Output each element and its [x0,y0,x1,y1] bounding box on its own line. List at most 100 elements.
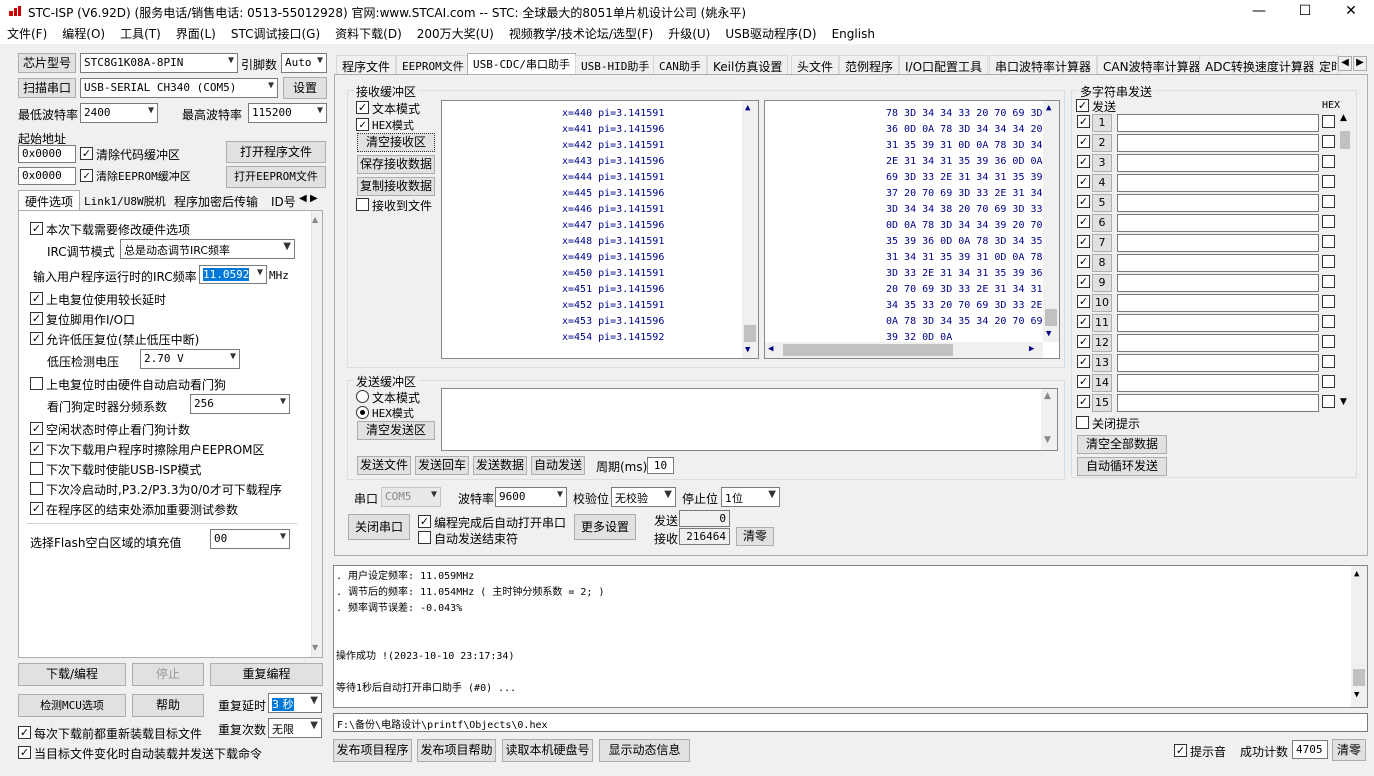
hex-checkbox-icon[interactable] [1322,395,1335,408]
send-hex-mode-radio[interactable]: HEX模式 [356,405,414,421]
publish-program-button[interactable]: 发布项目程序 [333,739,412,762]
tab-uart-baud-calc[interactable]: 串口波特率计算器 [989,55,1098,74]
hex-vscrollbar[interactable]: ▲ ▼ [1043,101,1059,342]
max-baud-select[interactable]: 115200 ▼ [248,103,327,123]
scroll-thumb[interactable] [1353,669,1365,686]
menu-upgrade[interactable]: 升级(U) [661,23,718,42]
options-scrollbar[interactable]: ▲ ▼ [312,211,322,657]
read-disk-id-button[interactable]: 读取本机硬盘号 [502,739,593,762]
multi-send-input[interactable] [1117,334,1319,352]
option-erase-eeprom[interactable]: ✓ 下次下载用户程序时擦除用户EEPROM区 [30,441,265,458]
min-baud-select[interactable]: 2400 ▼ [80,103,158,123]
multi-send-all-checkbox[interactable]: ✓ 发送 [1076,98,1116,115]
tab-timer-calc[interactable]: 定时 [1313,55,1338,74]
scroll-down-icon[interactable]: ▼ [1046,329,1051,339]
tab-eeprom-file[interactable]: EEPROM文件 [396,55,470,74]
multi-send-input[interactable] [1117,194,1319,212]
checkbox-checked-icon[interactable]: ✓ [1077,275,1090,288]
auto-open-checkbox[interactable]: ✓ 编程完成后自动打开串口 [418,514,566,531]
hex-checkbox-icon[interactable] [1322,355,1335,368]
multi-send-input[interactable] [1117,234,1319,252]
show-dynamic-info-button[interactable]: 显示动态信息 [599,739,690,762]
checkbox-checked-icon[interactable]: ✓ [1077,315,1090,328]
multi-send-input[interactable] [1117,354,1319,372]
check-mcu-button[interactable]: 检测MCU选项 [18,694,126,717]
checkbox-checked-icon[interactable]: ✓ [1077,155,1090,168]
multi-send-button[interactable]: 12 [1092,334,1112,352]
multi-send-input[interactable] [1117,174,1319,192]
multi-send-scrollbar[interactable]: ▲ ▼ [1339,113,1351,411]
tab-adc-calc[interactable]: ADC转换速度计算器 [1199,55,1321,74]
hex-checkbox-icon[interactable] [1322,175,1335,188]
tab-serial-assistant[interactable]: USB-CDC/串口助手 [467,53,576,75]
open-eeprom-button[interactable]: 打开EEPROM文件 [226,166,326,188]
scroll-thumb[interactable] [744,325,756,342]
multi-send-input[interactable] [1117,114,1319,132]
more-settings-button[interactable]: 更多设置 [574,514,636,540]
checkbox-checked-icon[interactable]: ✓ [1077,335,1090,348]
retry-delay-select[interactable]: 3 秒 ▼ [268,693,322,713]
hex-checkbox-icon[interactable] [1322,155,1335,168]
repeat-program-button[interactable]: 重复编程 [210,663,323,686]
multi-send-button[interactable]: 6 [1092,214,1112,232]
auto-end-checkbox[interactable]: 自动发送结束符 [418,530,518,547]
low-voltage-select[interactable]: 2.70 V ▼ [140,349,240,369]
scroll-thumb[interactable] [1340,131,1350,149]
send-text-area[interactable]: ▲ ▼ [441,388,1058,451]
multi-send-button[interactable]: 4 [1092,174,1112,192]
period-input[interactable]: 10 [647,457,674,474]
scroll-left-icon[interactable]: ◀ [768,344,773,354]
minimize-button[interactable]: — [1236,0,1282,23]
tab-header-file[interactable]: 头文件 [791,55,840,74]
scroll-down-icon[interactable]: ▼ [312,643,318,652]
menu-usb-driver[interactable]: USB驱动程序(D) [718,23,824,42]
checkbox-checked-icon[interactable]: ✓ [1077,215,1090,228]
option-usb-isp[interactable]: 下次下载时使能USB-ISP模式 [30,461,201,478]
clear-counts-button[interactable]: 清零 [736,527,774,546]
reload-each-checkbox[interactable]: ✓ 每次下载前都重新装载目标文件 [18,725,202,742]
receive-to-file-checkbox[interactable]: 接收到文件 [356,197,432,214]
hex-checkbox-icon[interactable] [1322,215,1335,228]
multi-send-button[interactable]: 15 [1092,394,1112,412]
scroll-right-icon[interactable]: ▶ [1029,344,1034,354]
download-button[interactable]: 下载/编程 [18,663,126,686]
option-low-voltage[interactable]: ✓ 允许低压复位(禁止低压中断) [30,331,199,348]
tab-hid-assistant[interactable]: USB-HID助手 [575,55,656,74]
scroll-up-icon[interactable]: ▲ [312,215,318,224]
checkbox-checked-icon[interactable]: ✓ [1077,355,1090,368]
menu-video[interactable]: 视频教学/技术论坛/选型(F) [502,23,661,42]
multi-send-input[interactable] [1117,374,1319,392]
tab-can-baud-calc[interactable]: CAN波特率计算器 [1097,55,1207,74]
left-tab-scroll-right-icon[interactable]: ▶ [310,193,318,204]
clear-success-button[interactable]: 清零 [1332,739,1366,761]
menu-prize[interactable]: 200万大奖(U) [410,23,502,42]
send-file-button[interactable]: 发送文件 [357,456,411,475]
option-reset-io[interactable]: ✓ 复位脚用作I/O口 [30,311,135,328]
tab-encrypt[interactable]: 程序加密后传输 [174,193,258,210]
scroll-up-icon[interactable]: ▲ [1340,113,1347,123]
receive-scrollbar[interactable]: ▲ ▼ [742,101,758,358]
option-long-delay[interactable]: ✓ 上电复位使用较长延时 [30,291,166,308]
log-area[interactable]: . 用户设定频率: 11.059MHz . 调节后的频率: 11.054MHz (… [333,565,1368,708]
checkbox-checked-icon[interactable]: ✓ [1077,295,1090,308]
irc-freq-input[interactable]: 11.0592 ▼ [199,265,267,284]
chip-model-select[interactable]: STC8G1K08A-8PIN ▼ [80,53,238,73]
file-path-field[interactable]: F:\备份\电路设计\printf\Objects\0.hex [333,713,1368,732]
auto-loop-send-button[interactable]: 自动循环发送 [1077,457,1167,476]
option-p32-p33[interactable]: 下次冷启动时,P3.2/P3.3为0/0才可下载程序 [30,481,282,498]
hex-checkbox-icon[interactable] [1322,335,1335,348]
checkbox-checked-icon[interactable]: ✓ [1077,195,1090,208]
close-button[interactable]: ✕ [1328,0,1374,23]
scroll-up-icon[interactable]: ▲ [1354,569,1359,579]
parity-select[interactable]: 无校验 ▼ [611,487,676,507]
code-address-input[interactable]: 0x0000 [18,145,76,163]
hex-checkbox-icon[interactable] [1322,195,1335,208]
multi-send-button[interactable]: 5 [1092,194,1112,212]
checkbox-checked-icon[interactable]: ✓ [1077,375,1090,388]
menu-tools[interactable]: 工具(T) [113,23,169,42]
irc-mode-select[interactable]: 总是动态调节IRC频率 ▼ [120,239,295,259]
hscroll-thumb[interactable] [783,344,953,356]
clear-receive-button[interactable]: 清空接收区 [357,133,435,152]
tab-io-config[interactable]: I/O口配置工具 [899,55,989,74]
multi-send-button[interactable]: 8 [1092,254,1112,272]
